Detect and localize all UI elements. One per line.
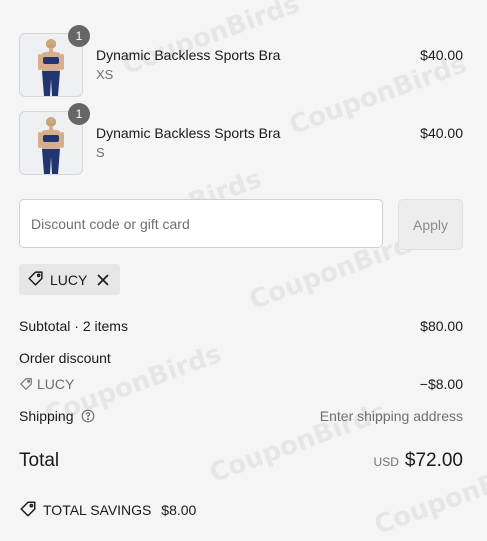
total-savings-row: TOTAL SAVINGS $8.00 (19, 500, 463, 521)
quantity-badge: 1 (68, 25, 90, 47)
item-variant: S (96, 145, 105, 160)
apply-discount-button[interactable]: Apply (398, 199, 463, 250)
remove-discount-icon[interactable] (97, 273, 109, 286)
quantity-badge: 1 (68, 103, 90, 125)
total-savings-label: TOTAL SAVINGS (43, 502, 152, 518)
subtotal-value: $80.00 (420, 318, 463, 334)
item-title: Dynamic Backless Sports Bra (96, 47, 281, 63)
shipping-row: Shipping Enter shipping address (19, 408, 463, 426)
tag-icon (19, 377, 33, 394)
discount-code-label: LUCY (37, 376, 75, 392)
line-item: 1 Dynamic Backless Sports Bra XS $40.00 (19, 25, 463, 97)
subtotal-label: Subtotal · 2 items (19, 318, 128, 334)
currency-code: USD (373, 455, 399, 469)
applied-discount-code: LUCY (50, 271, 88, 288)
discount-code-row: LUCY −$8.00 (19, 376, 463, 394)
tag-icon (27, 270, 44, 290)
item-variant: XS (96, 67, 114, 82)
line-item: 1 Dynamic Backless Sports Bra S $40.00 (19, 103, 463, 175)
order-discount-label: Order discount (19, 350, 111, 366)
total-label: Total (19, 450, 60, 471)
order-discount-row: Order discount (19, 350, 463, 366)
applied-discount-tag: LUCY (19, 264, 120, 295)
help-icon[interactable] (81, 409, 95, 426)
item-price: $40.00 (420, 47, 463, 63)
total-row: Total USD $72.00 (19, 450, 463, 472)
item-price: $40.00 (420, 125, 463, 141)
discount-value: −$8.00 (419, 376, 463, 392)
subtotal-row: Subtotal · 2 items $80.00 (19, 318, 463, 334)
total-amount: $72.00 (404, 450, 463, 471)
item-title: Dynamic Backless Sports Bra (96, 125, 281, 141)
shipping-value: Enter shipping address (319, 408, 463, 424)
discount-code-input[interactable] (19, 199, 383, 248)
savings-tag-icon (19, 500, 37, 521)
total-savings-value: $8.00 (161, 502, 197, 518)
shipping-label: Shipping (19, 408, 74, 424)
